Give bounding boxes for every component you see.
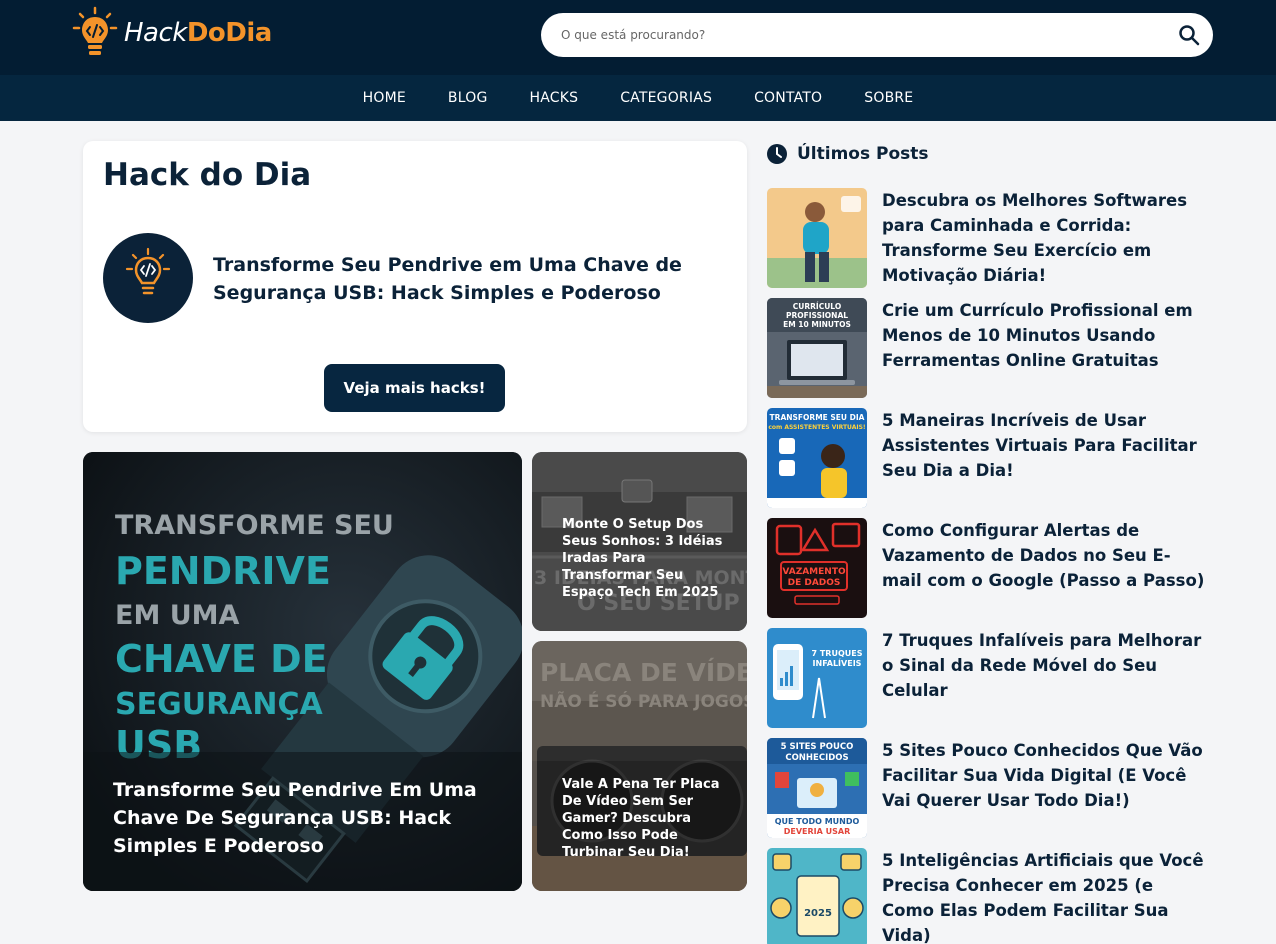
nav-blog[interactable]: BLOG <box>448 90 488 106</box>
latest-post-thumb: VAZAMENTO DE DADOS <box>767 518 867 618</box>
thumb-text-3: EM 10 MINUTOS <box>783 320 851 329</box>
latest-post-item[interactable]: Descubra os Melhores Softwares para Cami… <box>767 188 1207 288</box>
latest-post-item[interactable]: 5 SITES POUCO CONHECIDOS QUE TODO MUNDO … <box>767 738 1207 838</box>
featured-post-small-2-caption[interactable]: Vale A Pena Ter Placa De Vídeo Sem Ser G… <box>562 776 732 861</box>
runner-thumbnail <box>767 188 867 288</box>
nav-sobre[interactable]: SOBRE <box>864 90 913 106</box>
mobile-signal-thumbnail: 7 TRUQUES INFALÍVEIS <box>767 628 867 728</box>
image-text-line-3: EM UMA <box>115 600 240 631</box>
assistant-thumbnail: TRANSFORME SEU DIA com ASSISTENTES VIRTU… <box>767 408 867 508</box>
featured-post-small-1[interactable]: 3 IDEIAS PARA MONTAR O SEU SETUP Monte O… <box>532 452 747 631</box>
thumb-text-3: QUE TODO MUNDO <box>775 817 860 826</box>
thumb-text-4: DEVERIA USAR <box>784 827 850 836</box>
thumb-text-2: INFALÍVEIS <box>813 657 862 668</box>
sites-thumbnail: 5 SITES POUCO CONHECIDOS QUE TODO MUNDO … <box>767 738 867 838</box>
thumb-text-1: VAZAMENTO <box>782 567 846 577</box>
featured-post-big-caption[interactable]: Transforme Seu Pendrive Em Uma Chave De … <box>113 776 508 860</box>
latest-posts-heading: Últimos Posts <box>767 141 929 167</box>
search-input[interactable] <box>561 13 1161 57</box>
latest-post-title[interactable]: 5 Sites Pouco Conhecidos Que Vão Facilit… <box>882 738 1207 838</box>
thumb-text-2: CONHECIDOS <box>785 753 848 763</box>
latest-post-item[interactable]: CURRÍCULO PROFISSIONAL EM 10 MINUTOS Cri… <box>767 298 1207 398</box>
main-nav: HOME BLOG HACKS CATEGORIAS CONTATO SOBRE <box>0 75 1276 121</box>
resume-thumbnail: CURRÍCULO PROFISSIONAL EM 10 MINUTOS <box>767 298 867 398</box>
hack-of-the-day-card: Hack do Dia Transforme Seu Pendrive em U… <box>83 141 747 432</box>
nav-home[interactable]: HOME <box>363 90 406 106</box>
thumb-text-1: 5 SITES POUCO <box>781 742 854 752</box>
latest-post-thumb: 5 SITES POUCO CONHECIDOS QUE TODO MUNDO … <box>767 738 867 838</box>
search-bar <box>541 13 1213 57</box>
ai-thumbnail: 2025 <box>767 848 867 944</box>
image-text-line-4: CHAVE DE <box>115 637 328 681</box>
latest-post-item[interactable]: 2025 5 Inteligências Artificiais que Voc… <box>767 848 1207 944</box>
nav-categorias[interactable]: CATEGORIAS <box>620 90 712 106</box>
search-icon[interactable] <box>1177 23 1201 47</box>
thumb-text-2: com ASSISTENTES VIRTUAIS! <box>768 424 865 431</box>
hack-card-title: Hack do Dia <box>103 157 312 193</box>
latest-post-thumb: TRANSFORME SEU DIA com ASSISTENTES VIRTU… <box>767 408 867 508</box>
data-leak-thumbnail: VAZAMENTO DE DADOS <box>767 518 867 618</box>
hack-card-avatar <box>103 233 193 323</box>
post-image-text-1: PLACA DE VÍDEO <box>540 658 747 687</box>
thumb-text-1: 7 TRUQUES <box>812 649 863 658</box>
lightbulb-code-icon <box>72 6 118 55</box>
top-header: HackDoDia <box>0 0 1276 75</box>
latest-post-thumb <box>767 188 867 288</box>
latest-posts-title: Últimos Posts <box>797 144 929 164</box>
latest-post-title[interactable]: 5 Maneiras Incríveis de Usar Assistentes… <box>882 408 1207 508</box>
featured-post-small-1-caption[interactable]: Monte O Setup Dos Seus Sonhos: 3 Idéias … <box>562 516 732 601</box>
lightbulb-code-icon <box>125 247 171 295</box>
latest-post-thumb: 7 TRUQUES INFALÍVEIS <box>767 628 867 728</box>
latest-post-item[interactable]: 7 TRUQUES INFALÍVEIS 7 Truques Infalívei… <box>767 628 1207 728</box>
post-image-text-2: NÃO É SÓ PARA JOGOS! <box>540 689 747 712</box>
site-logo[interactable]: HackDoDia <box>72 6 272 60</box>
image-text-line-1: TRANSFORME SEU <box>115 510 394 541</box>
thumb-text-1: 2025 <box>804 908 832 919</box>
latest-post-title[interactable]: 5 Inteligências Artificiais que Você Pre… <box>882 848 1207 944</box>
thumb-text-2: DE DADOS <box>788 578 841 588</box>
image-text-line-5: SEGURANÇA <box>115 687 324 722</box>
hack-card-post-title[interactable]: Transforme Seu Pendrive em Uma Chave de … <box>213 251 733 307</box>
thumb-text-2: PROFISSIONAL <box>786 311 848 320</box>
logo-text-dodia: DoDia <box>186 18 272 48</box>
latest-post-title[interactable]: 7 Truques Infalíveis para Melhorar o Sin… <box>882 628 1207 728</box>
clock-icon <box>767 144 787 164</box>
latest-post-title[interactable]: Crie um Currículo Profissional em Menos … <box>882 298 1207 398</box>
featured-post-big[interactable]: TRANSFORME SEU PENDRIVE EM UMA CHAVE DE … <box>83 452 522 891</box>
nav-hacks[interactable]: HACKS <box>530 90 579 106</box>
latest-post-item[interactable]: VAZAMENTO DE DADOS Como Configurar Alert… <box>767 518 1207 618</box>
thumb-text-1: TRANSFORME SEU DIA <box>770 413 865 422</box>
more-hacks-button[interactable]: Veja mais hacks! <box>324 364 505 412</box>
image-text-line-2: PENDRIVE <box>115 549 331 593</box>
featured-post-small-2[interactable]: PLACA DE VÍDEO NÃO É SÓ PARA JOGOS! Vale… <box>532 641 747 891</box>
thumb-text-1: CURRÍCULO <box>793 302 841 311</box>
latest-post-thumb: 2025 <box>767 848 867 944</box>
nav-contato[interactable]: CONTATO <box>754 90 822 106</box>
latest-post-title[interactable]: Como Configurar Alertas de Vazamento de … <box>882 518 1207 618</box>
latest-post-title[interactable]: Descubra os Melhores Softwares para Cami… <box>882 188 1207 288</box>
latest-post-thumb: CURRÍCULO PROFISSIONAL EM 10 MINUTOS <box>767 298 867 398</box>
latest-post-item[interactable]: TRANSFORME SEU DIA com ASSISTENTES VIRTU… <box>767 408 1207 508</box>
logo-text-hack: Hack <box>124 18 187 48</box>
